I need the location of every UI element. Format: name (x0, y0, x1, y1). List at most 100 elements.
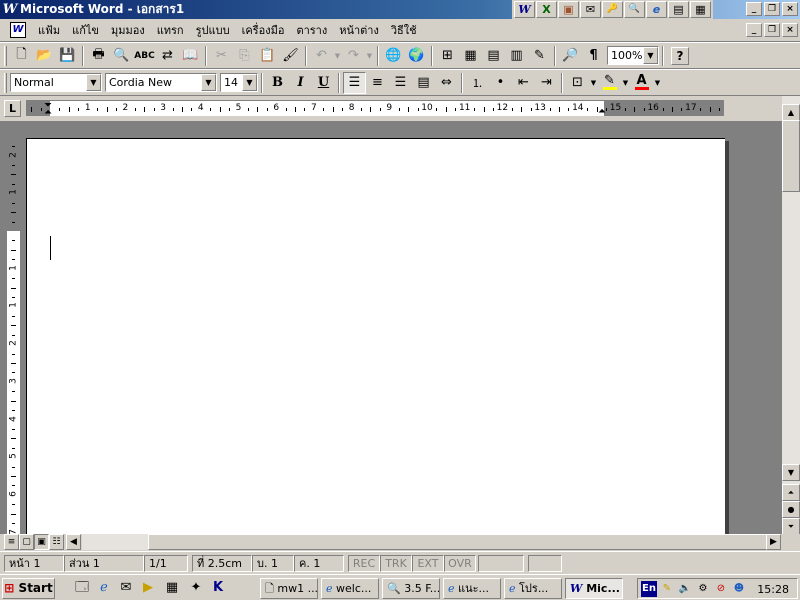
redo-icon[interactable]: ↷ (342, 45, 365, 67)
align-right-icon[interactable]: ☰ (389, 72, 412, 94)
chevron-down-icon[interactable]: ▼ (201, 74, 216, 91)
left-indent-marker[interactable]: ⏶ (44, 108, 52, 117)
network-icon[interactable]: ⚙ (695, 581, 711, 597)
redo-dropdown-icon[interactable]: ▼ (365, 52, 374, 60)
messenger-icon[interactable]: ☻ (731, 581, 747, 597)
style-select[interactable]: Normal ▼ (10, 73, 102, 92)
horizontal-scrollbar[interactable] (82, 534, 768, 550)
quick-launch-app-icon[interactable]: ▦ (162, 579, 182, 597)
menu-table[interactable]: ตาราง (290, 21, 333, 39)
task-button[interactable]: ℯ แนะ... (443, 578, 501, 599)
bold-button[interactable]: B (266, 72, 289, 94)
menu-file[interactable]: แฟ้ม (32, 21, 66, 39)
tables-borders-icon[interactable]: ⊞ (436, 45, 459, 67)
outline-view-icon[interactable]: ☷ (49, 534, 64, 550)
word-shortcut-icon[interactable]: W (514, 1, 535, 18)
zoom-select[interactable]: 100% ▼ (607, 46, 659, 65)
normal-view-icon[interactable]: ≡ (4, 534, 19, 550)
print-layout-icon[interactable]: ▣ (34, 534, 49, 550)
menu-edit[interactable]: แก้ไข (66, 21, 105, 39)
research-icon[interactable]: 📖 (179, 45, 202, 67)
undo-dropdown-icon[interactable]: ▼ (333, 52, 342, 60)
status-ext[interactable]: EXT (412, 555, 444, 572)
select-browse-object-icon[interactable]: ● (782, 501, 800, 518)
horizontal-scroll-thumb[interactable] (148, 534, 768, 550)
borders-dropdown-icon[interactable]: ▼ (589, 79, 598, 87)
menu-insert[interactable]: แทรก (151, 21, 190, 39)
print-icon[interactable]: 🖶 (87, 45, 110, 67)
volume-icon[interactable]: 🔈 (677, 581, 693, 597)
scroll-right-icon[interactable]: ▶ (766, 534, 781, 550)
scroll-up-icon[interactable]: ▲ (782, 104, 800, 121)
clock[interactable]: 15:28 (757, 581, 789, 598)
access-shortcut-icon[interactable]: ▦ (690, 1, 711, 18)
vertical-ruler[interactable]: 2 1 1 1 2 3 4 5 6 7 (6, 139, 20, 534)
drawing-icon[interactable]: ✎ (528, 45, 551, 67)
previous-page-icon[interactable]: ⏶ (782, 484, 800, 501)
paste-icon[interactable]: 📋 (256, 45, 279, 67)
chevron-down-icon[interactable]: ▼ (242, 74, 257, 91)
doc-minimize-button[interactable]: _ (746, 23, 762, 37)
open-folder-icon[interactable]: 📂 (33, 45, 56, 67)
insert-table-icon[interactable]: ▦ (459, 45, 482, 67)
internet-explorer-icon[interactable]: ℯ (94, 579, 114, 597)
decrease-indent-icon[interactable]: ⇤ (512, 72, 535, 94)
numbering-icon[interactable]: ⒈ (466, 72, 489, 94)
key-shortcut-icon[interactable]: 🔑 (602, 1, 623, 18)
close-button[interactable]: × (782, 2, 798, 16)
minimize-button[interactable]: _ (746, 2, 762, 16)
document-map-icon[interactable]: 🔎 (559, 45, 582, 67)
doc-restore-button[interactable]: ❐ (764, 23, 780, 37)
next-page-icon[interactable]: ⏷ (782, 518, 800, 535)
media-player-icon[interactable]: ▶ (138, 579, 158, 597)
show-hide-icon[interactable]: ¶ (582, 45, 605, 67)
menu-window[interactable]: หน้าต่าง (333, 21, 385, 39)
status-ovr[interactable]: OVR (444, 555, 476, 572)
font-size-select[interactable]: 14 ▼ (220, 73, 258, 92)
bullets-icon[interactable]: • (489, 72, 512, 94)
word-app-icon[interactable]: W (2, 2, 18, 18)
document-page[interactable] (26, 138, 725, 534)
font-select[interactable]: Cordia New ▼ (105, 73, 217, 92)
undo-icon[interactable]: ↶ (310, 45, 333, 67)
highlight-icon[interactable]: ✎ (598, 72, 621, 94)
help-button[interactable]: ? (671, 46, 689, 65)
distributed-icon[interactable]: ⇔ (435, 72, 458, 94)
outlook-shortcut-icon[interactable]: ✉ (580, 1, 601, 18)
find-shortcut-icon[interactable]: 🔍 (624, 1, 645, 18)
tab-selector[interactable]: L (4, 100, 21, 117)
spelling-icon[interactable]: ABC (133, 45, 156, 67)
web-toolbar-icon[interactable]: 🌍 (405, 45, 428, 67)
document-icon[interactable]: W (10, 22, 26, 38)
right-indent-marker[interactable]: ⏶ (598, 107, 606, 117)
status-trk[interactable]: TRK (380, 555, 412, 572)
task-button[interactable]: ℯ welc... (321, 578, 379, 599)
toolbar-grip[interactable] (4, 45, 7, 66)
vertical-scrollbar[interactable]: ▲ ▼ ⏶ ● ⏷ (782, 96, 800, 535)
chevron-down-icon[interactable]: ▼ (86, 74, 101, 91)
underline-button[interactable]: U (312, 72, 335, 94)
excel-shortcut-icon[interactable]: X (536, 1, 557, 18)
borders-icon[interactable]: ⊡ (566, 72, 589, 94)
thesaurus-icon[interactable]: ⇄ (156, 45, 179, 67)
format-painter-icon[interactable]: 🖌 (279, 45, 302, 67)
outlook-express-icon[interactable]: ✉ (116, 579, 136, 597)
restore-button[interactable]: ❐ (764, 2, 780, 16)
save-icon[interactable]: 💾 (56, 45, 79, 67)
new-document-icon[interactable]: 🗋 (10, 45, 33, 67)
increase-indent-icon[interactable]: ⇥ (535, 72, 558, 94)
ie-shortcut-icon[interactable]: e (646, 1, 667, 18)
antivirus-icon[interactable]: ⊘ (713, 581, 729, 597)
font-color-icon[interactable]: A (630, 72, 653, 94)
pen-tray-icon[interactable]: ✎ (659, 581, 675, 597)
start-button[interactable]: ⊞ Start (2, 578, 55, 599)
menu-format[interactable]: รูปแบบ (190, 21, 236, 39)
task-button[interactable]: 🔍 3.5 F... (382, 578, 440, 599)
font-color-dropdown-icon[interactable]: ▼ (653, 79, 662, 87)
menu-tools[interactable]: เครื่องมือ (236, 21, 291, 39)
task-button-active[interactable]: W Mic... (565, 578, 623, 599)
italic-button[interactable]: I (289, 72, 312, 94)
vertical-scroll-thumb[interactable] (782, 120, 800, 192)
columns-icon[interactable]: ▥ (505, 45, 528, 67)
scroll-down-icon[interactable]: ▼ (782, 464, 800, 481)
